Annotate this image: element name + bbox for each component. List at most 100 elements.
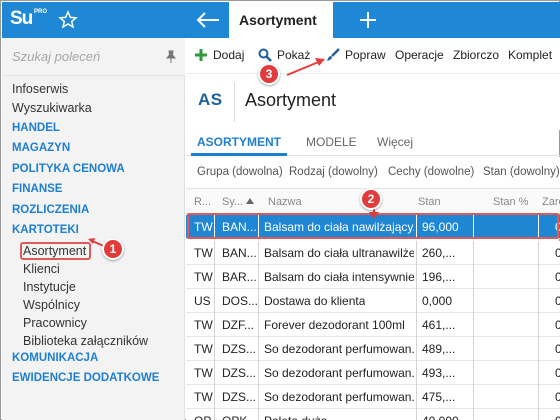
table-row[interactable]: TW DZS... So dezodorant perfumowan... 493,.… bbox=[186, 361, 560, 385]
favorites-star-icon[interactable] bbox=[58, 10, 78, 30]
cell-rodzaj: TW bbox=[194, 246, 213, 260]
column-separator bbox=[538, 313, 539, 337]
cell-rodzaj: TW bbox=[194, 366, 213, 380]
table-row[interactable]: OP OPK... Paleta duża 40,000 0 bbox=[186, 409, 560, 420]
edit-button[interactable]: Popraw bbox=[345, 48, 386, 62]
column-header-stan-procent[interactable]: Stan % bbox=[493, 196, 528, 208]
column-separator bbox=[538, 361, 539, 385]
sidebar-section-magazyn[interactable]: MAGAZYN bbox=[12, 142, 70, 154]
sort-ascending-icon bbox=[246, 198, 254, 204]
sidebar-section-kartoteki[interactable]: KARTOTEKI bbox=[12, 224, 79, 236]
cell-nazwa: So dezodorant perfumowan... bbox=[264, 390, 414, 404]
cell-nazwa: Balsam do ciała ultranawilże... bbox=[264, 246, 414, 260]
column-separator bbox=[473, 265, 474, 289]
tab-asortyment-label: Asortyment bbox=[239, 12, 317, 28]
add-plus-icon[interactable] bbox=[194, 48, 208, 62]
table-row[interactable]: TW DZS... So dezodorant perfumowan... 475,.… bbox=[186, 385, 560, 409]
sidebar-section-handel[interactable]: HANDEL bbox=[12, 122, 60, 134]
sidebar-section-finanse[interactable]: FINANSE bbox=[12, 183, 62, 195]
sidebar-item-wyszukiwarka[interactable]: Wyszukiwarka bbox=[12, 101, 92, 115]
collective-button[interactable]: Zbiorczo bbox=[453, 48, 499, 62]
operations-button[interactable]: Operacje bbox=[395, 48, 444, 62]
cell-nazwa: Balsam do ciała nawilżający... bbox=[264, 220, 414, 234]
cell-stan: 40,000 bbox=[422, 414, 459, 420]
cell-stan: 0,000 bbox=[422, 294, 453, 308]
active-tab-indicator bbox=[191, 153, 287, 156]
add-button[interactable]: Dodaj bbox=[213, 48, 244, 62]
column-header-zarezerwowane[interactable]: Zare bbox=[542, 196, 560, 208]
sidebar-item-wspolnicy[interactable]: Wspólnicy bbox=[23, 298, 80, 312]
cell-rodzaj: TW bbox=[194, 342, 213, 356]
sidebar-item-asortyment[interactable]: Asortyment bbox=[23, 244, 86, 258]
cell-zarezerwowane: 0 bbox=[555, 414, 560, 420]
sidebar-section-komunikacja[interactable]: KOMUNIKACJA bbox=[12, 352, 98, 364]
cell-rodzaj: OP bbox=[194, 414, 211, 420]
search-magnifier-icon[interactable] bbox=[258, 48, 272, 62]
table-row[interactable]: US DOS... Dostawa do klienta 0,000 0 bbox=[186, 289, 560, 313]
table-row[interactable]: TW BAR... Balsam do ciała intensywnie... 19… bbox=[186, 265, 560, 289]
column-separator bbox=[473, 289, 474, 313]
sidebar-item-pracownicy[interactable]: Pracownicy bbox=[23, 316, 87, 330]
tab-wiecej[interactable]: Więcej bbox=[377, 135, 413, 149]
filter-cechy[interactable]: Cechy (dowolne) bbox=[388, 166, 474, 178]
column-separator bbox=[473, 337, 474, 361]
column-separator bbox=[258, 385, 259, 409]
page-title: Asortyment bbox=[245, 90, 337, 110]
cell-stan: 493,... bbox=[422, 366, 456, 380]
tab-asortyment-view[interactable]: ASORTYMENT bbox=[197, 135, 281, 149]
app-window: Su PRO Asortyment Szukaj poleceń Infoser… bbox=[0, 0, 560, 420]
column-separator bbox=[538, 337, 539, 361]
column-header-symbol[interactable]: Sy... bbox=[222, 196, 243, 208]
table-row[interactable]: TW BAN... Balsam do ciała ultranawilże... 2… bbox=[186, 241, 560, 265]
column-separator bbox=[214, 361, 215, 385]
cell-zarezerwowane: 0 bbox=[555, 366, 560, 380]
toolbar: Dodaj Pokaż Popraw Operacje Zbiorczo Kom… bbox=[186, 38, 560, 74]
column-separator bbox=[473, 313, 474, 337]
app-logo[interactable]: Su PRO bbox=[8, 6, 47, 34]
filter-bar: Grupa (dowolna) Rodzaj (dowolny) Cechy (… bbox=[186, 157, 560, 189]
cell-symbol: BAN... bbox=[222, 246, 257, 260]
cell-nazwa: Dostawa do klienta bbox=[264, 294, 366, 308]
callout-badge-1: 1 bbox=[102, 238, 124, 260]
command-search[interactable]: Szukaj poleceń bbox=[2, 38, 185, 76]
column-separator bbox=[258, 289, 259, 313]
column-separator bbox=[538, 265, 539, 289]
logo-text: Su bbox=[10, 8, 33, 29]
back-arrow-icon[interactable] bbox=[195, 11, 221, 29]
tab-asortyment[interactable]: Asortyment bbox=[229, 2, 333, 38]
column-header-stan[interactable]: Stan bbox=[418, 196, 441, 208]
filter-rodzaj[interactable]: Rodzaj (dowolny) bbox=[289, 166, 378, 178]
cell-stan: 96,000 bbox=[422, 220, 459, 234]
pin-icon[interactable] bbox=[165, 50, 177, 64]
sidebar-item-klienci[interactable]: Klienci bbox=[23, 262, 60, 276]
callout-arrow-3 bbox=[286, 58, 325, 76]
callout-badge-2: 2 bbox=[360, 188, 382, 210]
cell-zarezerwowane: 0 bbox=[555, 342, 560, 356]
column-header-rodzaj[interactable]: R... bbox=[194, 196, 211, 208]
sidebar-section-rozliczenia[interactable]: ROZLICZENIA bbox=[12, 204, 89, 216]
sidebar-item-biblioteka-zalacznikow[interactable]: Biblioteka załączników bbox=[23, 334, 148, 348]
sidebar-item-infoserwis[interactable]: Infoserwis bbox=[12, 82, 68, 96]
column-separator bbox=[214, 409, 215, 420]
column-separator bbox=[473, 385, 474, 409]
filter-stan[interactable]: Stan (dowolny) bbox=[483, 166, 560, 178]
set-button[interactable]: Komplet bbox=[508, 48, 552, 62]
callout-badge-3: 3 bbox=[258, 63, 280, 85]
table-row[interactable]: TW DZS... So dezodorant perfumowan... 489,.… bbox=[186, 337, 560, 361]
new-tab-plus-icon[interactable] bbox=[358, 10, 378, 30]
sidebar-section-polityka-cenowa[interactable]: POLITYKA CENOWA bbox=[12, 163, 125, 175]
column-separator bbox=[214, 313, 215, 337]
column-header-nazwa[interactable]: Nazwa bbox=[268, 196, 302, 208]
column-separator bbox=[416, 241, 417, 265]
sidebar-item-instytucje[interactable]: Instytucje bbox=[23, 280, 76, 294]
cell-rodzaj: TW bbox=[194, 318, 213, 332]
sidebar-section-ewidencje-dodatkowe[interactable]: EWIDENCJE DODATKOWE bbox=[12, 372, 159, 384]
tab-modele[interactable]: MODELE bbox=[306, 135, 357, 149]
filter-grupa[interactable]: Grupa (dowolna) bbox=[197, 166, 283, 178]
sidebar: Szukaj poleceń Infoserwis Wyszukiwarka H… bbox=[2, 38, 185, 420]
logo-superscript: PRO bbox=[34, 9, 48, 15]
column-separator bbox=[416, 289, 417, 313]
view-tabs: ASORTYMENT MODELE Więcej bbox=[186, 130, 560, 156]
column-separator bbox=[416, 337, 417, 361]
table-row[interactable]: TW DZF... Forever dezodorant 100ml 461,... 0 bbox=[186, 313, 560, 337]
